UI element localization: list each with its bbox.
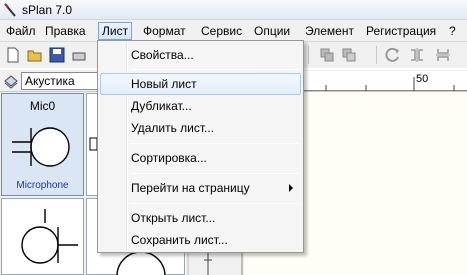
window-title: sPlan 7.0 xyxy=(22,3,73,17)
menu-sheet[interactable]: Лист xyxy=(98,22,133,40)
menu-separator xyxy=(130,143,298,144)
menu-separator xyxy=(130,173,298,174)
copy-icon[interactable] xyxy=(318,46,336,64)
ruler-label: 50 xyxy=(416,73,429,85)
component-caption: Microphone xyxy=(16,180,69,191)
toolbar-separator xyxy=(376,46,377,64)
new-icon[interactable] xyxy=(4,46,22,64)
microphone-symbol-icon xyxy=(12,127,70,167)
library-select[interactable]: Акустика xyxy=(21,72,99,90)
menu-file[interactable]: Файл xyxy=(2,22,40,40)
mirror-vertical-icon[interactable] xyxy=(434,46,452,64)
title-bar: sPlan 7.0 xyxy=(0,0,467,20)
component-cell[interactable] xyxy=(1,198,84,275)
sheet-menu: Свойства... Новый лист Дубликат... Удали… xyxy=(97,40,304,253)
library-icon[interactable] xyxy=(3,73,19,89)
menu-separator xyxy=(130,203,298,204)
paste-icon[interactable] xyxy=(340,46,358,64)
menu-item-delete-sheet[interactable]: Удалить лист... xyxy=(100,117,301,139)
open-icon[interactable] xyxy=(26,46,44,64)
speaker-symbol-icon xyxy=(21,209,78,264)
menu-item-save-sheet[interactable]: Сохранить лист... xyxy=(100,229,301,251)
app-icon xyxy=(4,3,16,17)
mirror-icon[interactable] xyxy=(408,46,426,64)
menu-bar: Файл Правка Лист Формат Сервис Опции Эле… xyxy=(0,20,467,42)
menu-format[interactable]: Формат xyxy=(139,22,190,40)
menu-separator xyxy=(130,69,298,70)
submenu-arrow-icon xyxy=(289,184,293,192)
menu-item-label: Перейти на страницу xyxy=(131,181,250,195)
rotate-icon[interactable] xyxy=(384,46,402,64)
menu-service[interactable]: Сервис xyxy=(197,22,246,40)
menu-item-properties[interactable]: Свойства... xyxy=(100,44,301,66)
menu-options[interactable]: Опции xyxy=(250,22,294,40)
menu-edit[interactable]: Правка xyxy=(41,22,90,40)
menu-item-new-sheet[interactable]: Новый лист xyxy=(100,73,301,95)
component-name: Mic0 xyxy=(29,99,56,113)
menu-help[interactable]: ? xyxy=(445,22,460,40)
save-icon[interactable] xyxy=(48,46,66,64)
menu-item-duplicate[interactable]: Дубликат... xyxy=(100,95,301,117)
menu-item-sort[interactable]: Сортировка... xyxy=(100,147,301,169)
menu-registration[interactable]: Регистрация xyxy=(362,22,440,40)
menu-item-open-sheet[interactable]: Открыть лист... xyxy=(100,207,301,229)
toolbar-separator xyxy=(308,46,309,64)
print-icon[interactable] xyxy=(70,46,88,64)
component-microphone[interactable]: Mic0 Microphone xyxy=(1,93,84,196)
menu-item-go-to-page[interactable]: Перейти на страницу xyxy=(100,177,301,199)
menu-element[interactable]: Элемент xyxy=(301,22,358,40)
